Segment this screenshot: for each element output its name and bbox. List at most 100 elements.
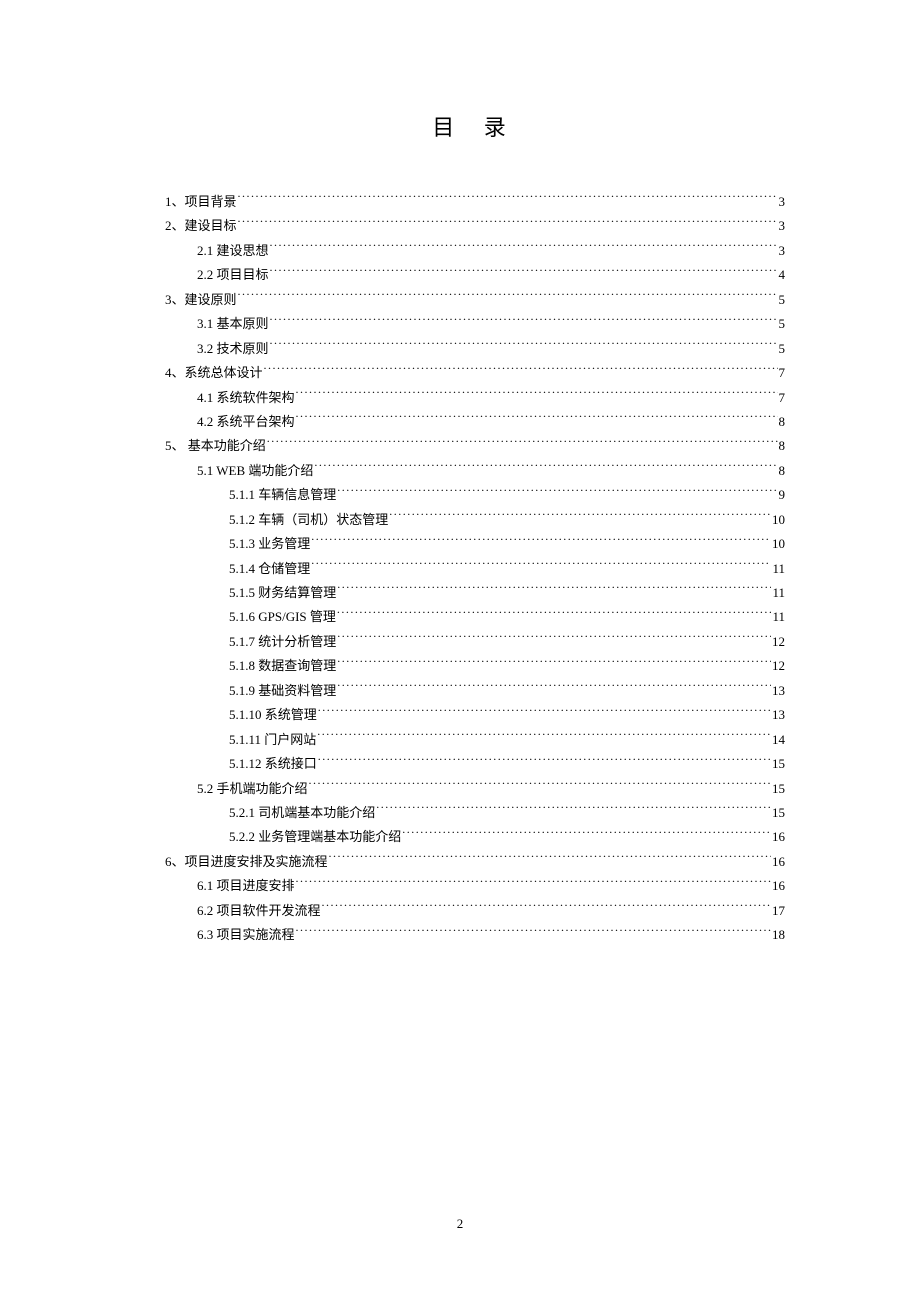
toc-leader-dots <box>337 584 771 597</box>
toc-leader-dots <box>270 242 778 255</box>
toc-entry-page: 11 <box>772 605 785 629</box>
toc-entry: 5.1.3 业务管理 10 <box>165 532 785 556</box>
toc-entry-label: 5.1.9 基础资料管理 <box>229 679 336 703</box>
toc-entry-label: 3、建设原则 <box>165 288 237 312</box>
toc-entry-page: 8 <box>779 459 786 483</box>
toc-leader-dots <box>309 780 771 793</box>
toc-leader-dots <box>317 731 771 744</box>
toc-entry-label: 5.1.2 车辆（司机）状态管理 <box>229 508 388 532</box>
toc-entry: 4、系统总体设计 7 <box>165 361 785 385</box>
toc-leader-dots <box>318 706 771 719</box>
toc-entry: 6.3 项目实施流程 18 <box>165 923 785 947</box>
toc-entry-page: 17 <box>772 899 785 923</box>
toc-entry: 3.2 技术原则5 <box>165 337 785 361</box>
toc-entry-page: 15 <box>772 752 785 776</box>
toc-leader-dots <box>270 315 778 328</box>
toc-leader-dots <box>318 755 771 768</box>
toc-title: 目 录 <box>165 110 785 142</box>
toc-entry-label: 2.2 项目目标 <box>197 263 269 287</box>
toc-entry-label: 6、项目进度安排及实施流程 <box>165 850 328 874</box>
toc-leader-dots <box>337 657 771 670</box>
toc-entry-page: 3 <box>779 214 786 238</box>
toc-entry: 4.1 系统软件架构 7 <box>165 386 785 410</box>
toc-entry-page: 15 <box>772 801 785 825</box>
toc-entry-label: 4.2 系统平台架构 <box>197 410 295 434</box>
toc-entry: 3、建设原则 5 <box>165 288 785 312</box>
toc-leader-dots <box>314 462 777 475</box>
toc-entry: 6.1 项目进度安排 16 <box>165 874 785 898</box>
toc-entry-label: 5.2.1 司机端基本功能介绍 <box>229 801 375 825</box>
toc-entry: 5.1.4 仓储管理11 <box>165 557 785 581</box>
toc-entry-page: 16 <box>772 874 785 898</box>
toc-entry-label: 5.1.4 仓储管理 <box>229 557 310 581</box>
toc-entry-label: 5.1.11 门户网站 <box>229 728 316 752</box>
toc-entry-label: 5.1.1 车辆信息管理 <box>229 483 336 507</box>
toc-leader-dots <box>270 340 778 353</box>
toc-entry-label: 5.1.6 GPS/GIS 管理 <box>229 605 336 629</box>
toc-entry: 5.1.11 门户网站 14 <box>165 728 785 752</box>
toc-entry: 2、建设目标3 <box>165 214 785 238</box>
toc-entry-page: 13 <box>772 703 785 727</box>
toc-entry-label: 5.1.5 财务结算管理 <box>229 581 336 605</box>
toc-leader-dots <box>311 535 771 548</box>
toc-entry: 5.2 手机端功能介绍15 <box>165 777 785 801</box>
toc-entry-page: 7 <box>779 386 786 410</box>
toc-entry-label: 6.1 项目进度安排 <box>197 874 295 898</box>
toc-entry-label: 4、系统总体设计 <box>165 361 263 385</box>
toc-entry-label: 4.1 系统软件架构 <box>197 386 295 410</box>
toc-entry: 5.2.2 业务管理端基本功能介绍 16 <box>165 825 785 849</box>
toc-entry-label: 3.2 技术原则 <box>197 337 269 361</box>
toc-leader-dots <box>337 633 771 646</box>
toc-entry-page: 13 <box>772 679 785 703</box>
toc-entry-page: 18 <box>772 923 785 947</box>
toc-leader-dots <box>270 266 778 279</box>
toc-entry-label: 5.1.12 系统接口 <box>229 752 317 776</box>
toc-entry-page: 7 <box>779 361 786 385</box>
toc-entry-label: 6.2 项目软件开发流程 <box>197 899 321 923</box>
table-of-contents: 1、项目背景32、建设目标32.1 建设思想32.2 项目目标43、建设原则53… <box>165 190 785 948</box>
toc-entry: 6、项目进度安排及实施流程 16 <box>165 850 785 874</box>
page-number: 2 <box>0 1216 920 1232</box>
toc-entry-label: 5.1.7 统计分析管理 <box>229 630 336 654</box>
toc-leader-dots <box>296 389 778 402</box>
toc-leader-dots <box>329 853 771 866</box>
toc-leader-dots <box>337 608 772 621</box>
toc-leader-dots <box>322 902 771 915</box>
toc-leader-dots <box>296 877 771 890</box>
toc-entry: 5.1.7 统计分析管理 12 <box>165 630 785 654</box>
toc-leader-dots <box>311 560 771 573</box>
toc-entry-label: 5.2.2 业务管理端基本功能介绍 <box>229 825 401 849</box>
toc-entry-label: 3.1 基本原则 <box>197 312 269 336</box>
toc-entry-page: 16 <box>772 850 785 874</box>
toc-leader-dots <box>337 682 771 695</box>
toc-entry-page: 12 <box>772 654 785 678</box>
toc-leader-dots <box>376 804 771 817</box>
toc-entry-page: 15 <box>772 777 785 801</box>
toc-entry-label: 5.1.3 业务管理 <box>229 532 310 556</box>
toc-entry-page: 10 <box>772 532 785 556</box>
document-page: 目 录 1、项目背景32、建设目标32.1 建设思想32.2 项目目标43、建设… <box>0 0 920 948</box>
toc-leader-dots <box>238 217 778 230</box>
toc-entry-page: 8 <box>779 410 786 434</box>
toc-entry-page: 12 <box>772 630 785 654</box>
toc-entry-page: 5 <box>779 312 786 336</box>
toc-entry: 2.1 建设思想3 <box>165 239 785 263</box>
toc-entry: 5.1.2 车辆（司机）状态管理10 <box>165 508 785 532</box>
toc-entry: 5.1.6 GPS/GIS 管理 11 <box>165 605 785 629</box>
toc-entry-page: 14 <box>772 728 785 752</box>
toc-entry-page: 16 <box>772 825 785 849</box>
toc-leader-dots <box>267 437 778 450</box>
toc-entry-label: 6.3 项目实施流程 <box>197 923 295 947</box>
toc-entry: 5.1.10 系统管理13 <box>165 703 785 727</box>
toc-entry: 5.1.1 车辆信息管理9 <box>165 483 785 507</box>
toc-entry: 5.1.8 数据查询管理12 <box>165 654 785 678</box>
toc-entry-page: 5 <box>779 288 786 312</box>
toc-entry-page: 3 <box>779 190 786 214</box>
toc-leader-dots <box>389 511 771 524</box>
toc-leader-dots <box>238 291 778 304</box>
toc-entry-label: 5.1 WEB 端功能介绍 <box>197 459 313 483</box>
toc-leader-dots <box>238 193 778 206</box>
toc-entry-page: 4 <box>779 263 786 287</box>
toc-entry-label: 5、 基本功能介绍 <box>165 434 266 458</box>
toc-entry: 3.1 基本原则 5 <box>165 312 785 336</box>
